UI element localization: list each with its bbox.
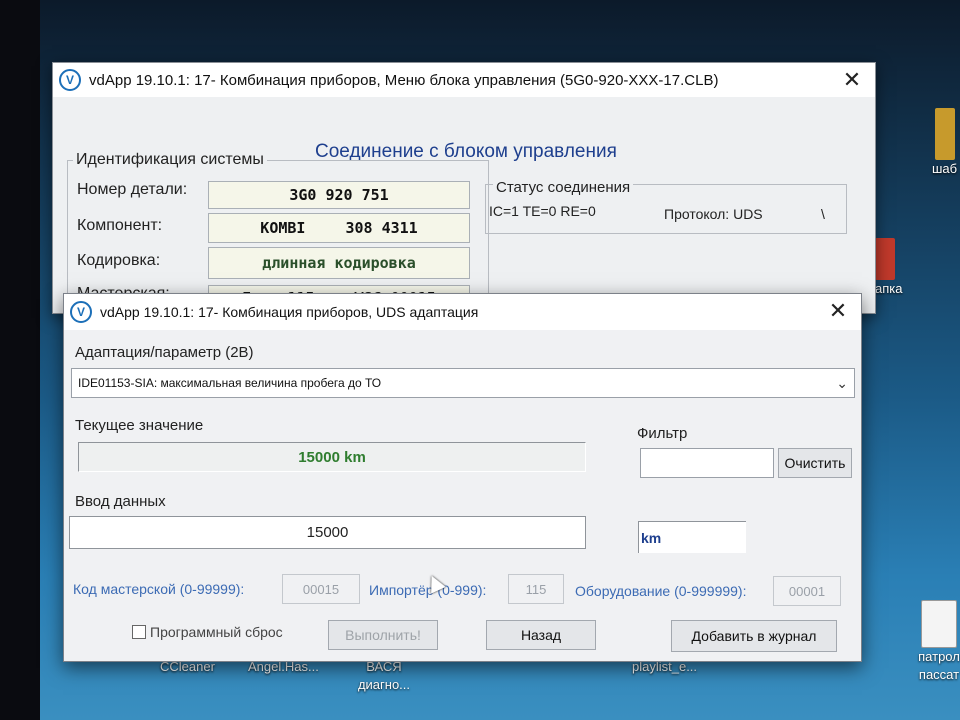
close-button[interactable]: ✕ [825,298,851,324]
clear-button[interactable]: Очистить [778,448,852,478]
status-legend: Статус соединения [493,179,634,196]
app-logo-icon: V [70,301,92,323]
status-flags: IC=1 TE=0 RE=0 [489,203,596,219]
reset-checkbox[interactable] [132,625,146,639]
close-button[interactable]: ✕ [839,67,865,93]
part-number-label: Номер детали: [77,181,188,198]
component-name: KOMBI [260,219,306,237]
unit-field: km [638,521,746,553]
chevron-down-icon: ⌄ [836,375,848,391]
current-value-label: Текущее значение [75,417,204,434]
workshop-code-value: 00015 [302,581,340,597]
importer-field[interactable]: 115 [508,574,564,604]
unit-value: km [641,529,662,546]
document-icon [934,108,955,160]
parameter-select[interactable]: IDE01153-SIA: максимальная величина проб… [71,368,855,398]
part-number-value: 3G0 920 751 [289,186,389,204]
desktop-icon-label: шаб [932,161,958,176]
filter-input[interactable] [640,448,774,478]
document-icon [921,600,957,648]
status-spinner: \ [821,206,825,222]
desktop-icon-sha[interactable]: шаб [932,108,957,178]
execute-button[interactable]: Выполнить! [328,620,438,650]
back-button[interactable]: Назад [486,620,596,650]
workshop-code-label: Код мастерской (0-99999): [73,581,245,597]
component-label: Компонент: [77,217,163,234]
input-label: Ввод данных [75,493,166,510]
part-number-field: 3G0 920 751 [208,181,470,209]
equipment-field[interactable]: 00001 [773,576,841,606]
uds-adaptation-dialog: V vdApp 19.10.1: 17- Комбинация приборов… [63,293,862,662]
status-protocol: Протокол: UDS [664,206,763,222]
data-input-value: 15000 [306,524,349,541]
component-field: KOMBI 308 4311 [208,213,470,243]
importer-value: 115 [525,581,547,597]
coding-value: длинная кодировка [262,254,416,272]
filter-label: Фильтр [637,425,688,442]
component-code: 308 4311 [345,219,418,237]
equipment-label: Оборудование (0-999999): [575,583,747,599]
reset-checkbox-label: Программный сброс [150,624,283,640]
workshop-code-field[interactable]: 00015 [282,574,360,604]
equipment-value: 00001 [788,583,826,599]
adaptation-label: Адаптация/параметр (2B) [75,344,254,361]
identification-legend: Идентификация системы [73,151,267,169]
dialog-title: vdApp 19.10.1: 17- Комбинация приборов, … [100,304,479,320]
current-value: 15000 km [298,448,366,466]
reset-checkbox-row[interactable]: Программный сброс [132,624,283,640]
control-unit-window: V vdApp 19.10.1: 17- Комбинация приборов… [52,62,876,322]
desktop-icon-patrol[interactable]: патрол пассат [918,600,960,684]
data-input[interactable]: 15000 [69,516,586,549]
folder-icon [875,238,896,280]
coding-label: Кодировка: [77,252,161,269]
current-value-field: 15000 km [78,442,586,472]
title-bar[interactable]: V vdApp 19.10.1: 17- Комбинация приборов… [53,63,875,97]
title-bar[interactable]: V vdApp 19.10.1: 17- Комбинация приборов… [64,294,861,330]
desktop-icon-label: патрол пассат [918,649,960,682]
add-to-log-button[interactable]: Добавить в журнал [671,620,837,652]
app-logo-icon: V [59,69,81,91]
parameter-selected: IDE01153-SIA: максимальная величина проб… [78,376,382,390]
coding-field: длинная кодировка [208,247,470,279]
desktop-icon-vasya[interactable]: ВАСЯ диагно... [352,658,416,694]
window-title: vdApp 19.10.1: 17- Комбинация приборов, … [89,71,719,89]
